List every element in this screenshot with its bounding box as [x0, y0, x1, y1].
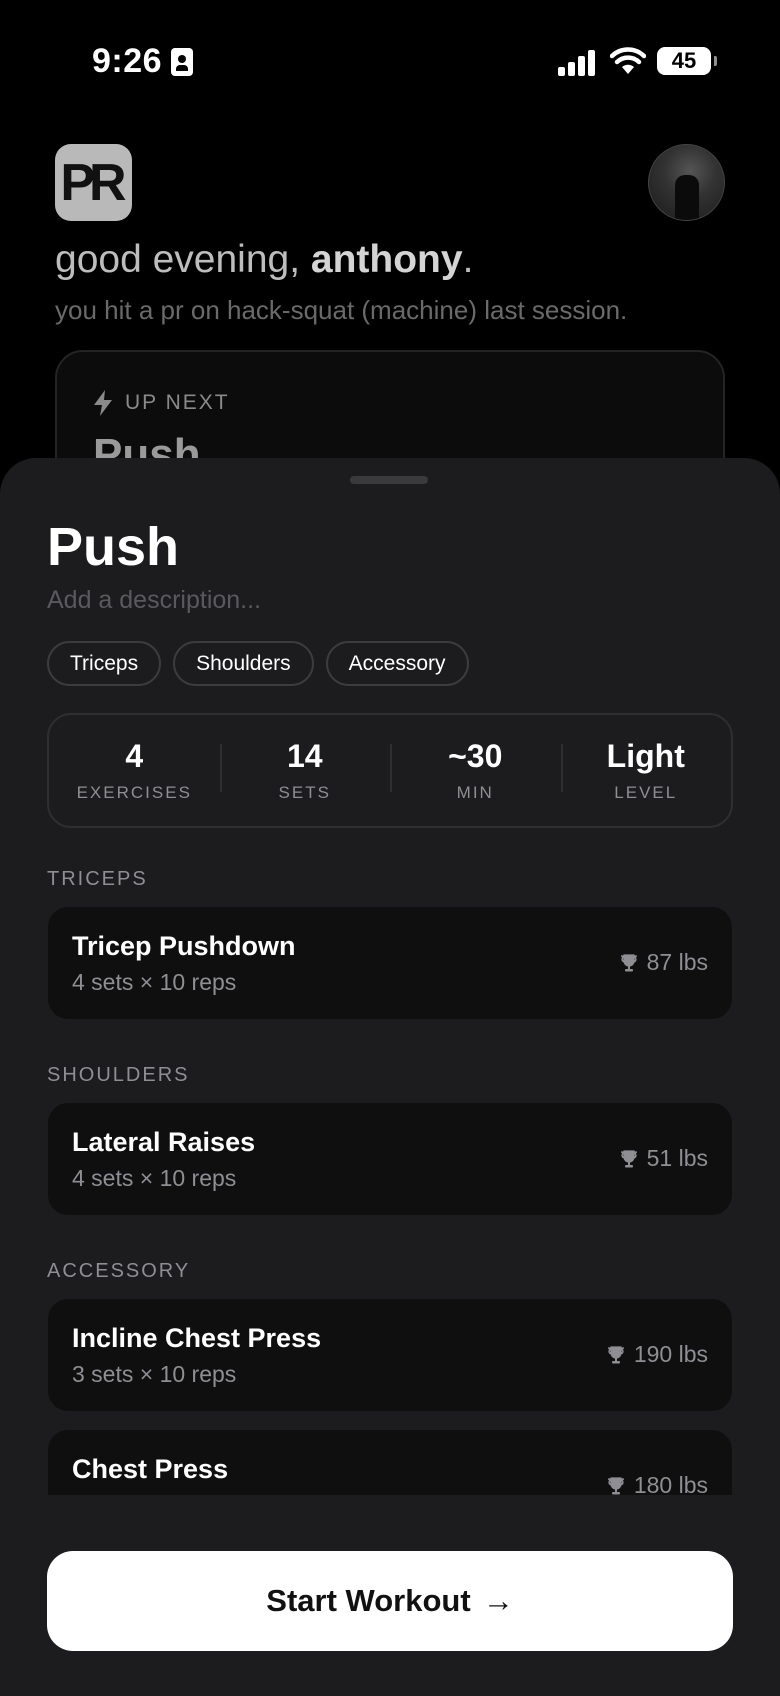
exercise-pr: 51 lbs	[619, 1145, 708, 1172]
exercise-pr: 87 lbs	[619, 949, 708, 976]
tag-list: Triceps Shoulders Accessory	[47, 641, 469, 686]
trophy-icon	[607, 1476, 624, 1494]
section-label-triceps: TRICEPS	[47, 868, 148, 890]
exercise-name: Incline Chest Press	[72, 1323, 322, 1353]
user-name: anthony	[310, 238, 463, 281]
sheet-grabber[interactable]	[350, 476, 428, 484]
cellular-signal-icon	[558, 50, 598, 76]
exercise-sets: 3 sets × 10 reps	[72, 1361, 237, 1387]
workout-sheet: Push Add a description... Triceps Should…	[0, 458, 780, 1696]
exercise-sets: 4 sets × 10 reps	[72, 1165, 237, 1191]
lightning-icon	[94, 390, 112, 416]
contact-card-icon	[171, 48, 193, 76]
up-next-label: UP NEXT	[125, 391, 230, 414]
workout-title[interactable]: Push	[47, 516, 179, 578]
status-time: 9:26	[92, 42, 163, 80]
exercise-card[interactable]: Incline Chest Press 3 sets × 10 reps 190…	[48, 1299, 732, 1411]
stat-sets: 14 SETS	[219, 738, 391, 803]
arrow-right-icon: →	[482, 1583, 514, 1618]
avatar[interactable]	[648, 144, 725, 221]
exercise-pr: 190 lbs	[606, 1341, 708, 1368]
tag-shoulders[interactable]: Shoulders	[173, 641, 314, 686]
tag-triceps[interactable]: Triceps	[47, 641, 162, 686]
tag-accessory[interactable]: Accessory	[325, 641, 469, 686]
workout-stats: 4 EXERCISES 14 SETS ~30 MIN Light LEVEL	[47, 713, 733, 828]
app-logo: PR	[55, 144, 132, 221]
greeting: good evening, anthony.	[55, 238, 474, 281]
exercise-card[interactable]: Lateral Raises 4 sets × 10 reps 51 lbs	[48, 1103, 732, 1215]
start-workout-label: Start Workout	[266, 1583, 471, 1618]
exercise-name: Tricep Pushdown	[72, 931, 296, 961]
section-label-accessory: ACCESSORY	[47, 1260, 191, 1282]
section-label-shoulders: SHOULDERS	[47, 1064, 190, 1086]
trophy-icon	[620, 1149, 637, 1167]
trophy-icon	[620, 953, 637, 971]
stat-level: Light LEVEL	[560, 738, 732, 803]
stat-exercises: 4 EXERCISES	[76, 738, 192, 802]
trophy-icon	[607, 1345, 624, 1363]
exercise-name: Lateral Raises	[72, 1127, 256, 1157]
start-workout-button[interactable]: Start Workout →	[47, 1551, 733, 1651]
exercise-name: Chest Press	[72, 1454, 229, 1484]
stat-minutes: ~30 MIN	[390, 738, 561, 803]
exercise-card[interactable]: Tricep Pushdown 4 sets × 10 reps 87 lbs	[48, 907, 732, 1019]
start-button-area: Start Workout →	[0, 1495, 780, 1696]
status-bar: 9:26 45	[0, 0, 780, 110]
greeting-subtitle: you hit a pr on hack-squat (machine) las…	[55, 295, 628, 325]
battery-icon: 45	[657, 47, 717, 75]
description-field[interactable]: Add a description...	[47, 586, 261, 615]
wifi-icon	[610, 47, 646, 74]
exercise-sets: 4 sets × 10 reps	[72, 969, 237, 995]
